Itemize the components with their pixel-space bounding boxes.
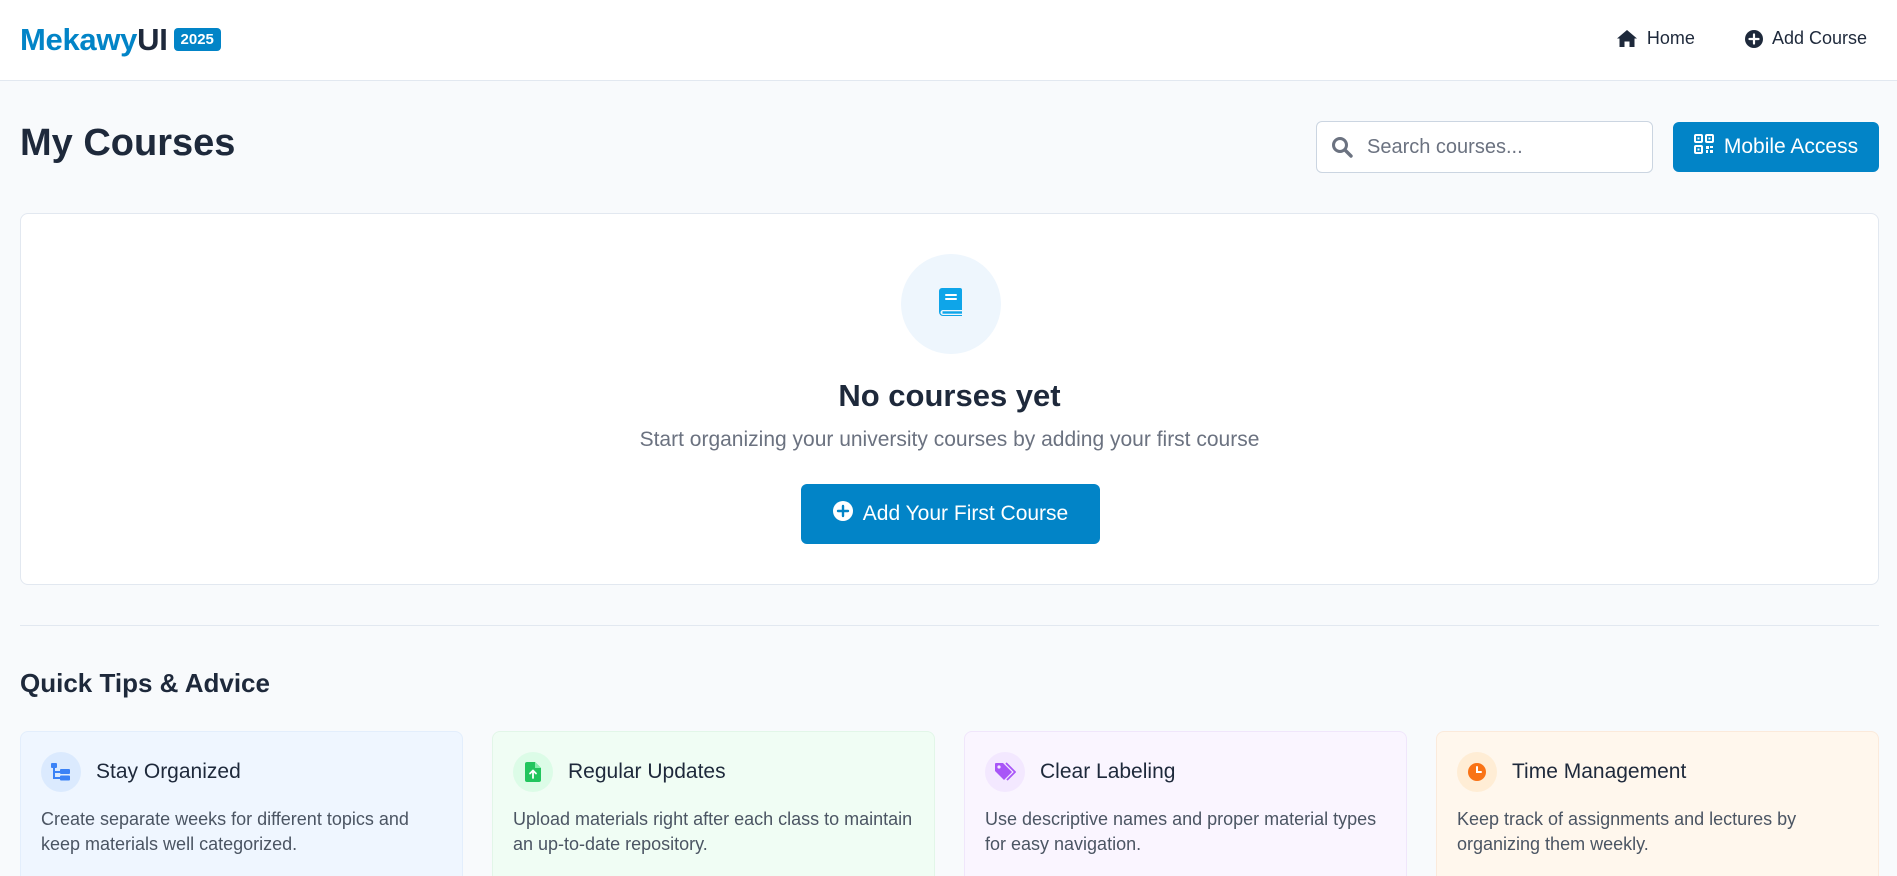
- empty-state-card: No courses yet Start organizing your uni…: [20, 213, 1879, 585]
- add-first-course-button[interactable]: Add Your First Course: [801, 484, 1100, 544]
- tip-card-stay-organized: Stay Organized Create separate weeks for…: [20, 731, 463, 876]
- section-divider: [20, 625, 1879, 626]
- brand-name: MekawyUI: [20, 22, 168, 58]
- qr-code-icon: [1693, 134, 1714, 160]
- page-title: My Courses: [20, 122, 236, 164]
- file-upload-icon: [513, 752, 553, 792]
- search-input[interactable]: [1317, 122, 1652, 172]
- search-icon: [1331, 136, 1353, 163]
- home-icon: [1616, 29, 1638, 48]
- search-box[interactable]: [1316, 121, 1653, 173]
- tip-title: Stay Organized: [96, 760, 241, 783]
- tip-text: Create separate weeks for different topi…: [41, 809, 409, 854]
- mobile-access-label: Mobile Access: [1723, 135, 1859, 158]
- brand-year-badge: 2025: [173, 27, 221, 51]
- tip-text: Use descriptive names and proper materia…: [985, 809, 1377, 854]
- empty-state-icon-circle: [901, 254, 1001, 354]
- tip-title: Regular Updates: [568, 760, 726, 783]
- clock-icon: [1457, 752, 1497, 792]
- tip-title: Clear Labeling: [1040, 760, 1176, 783]
- nav-add-course-link[interactable]: Add Course: [1744, 28, 1867, 49]
- brand-logo[interactable]: MekawyUI 2025: [20, 22, 221, 58]
- book-icon: [938, 287, 964, 322]
- plus-circle-icon: [832, 501, 853, 527]
- tip-card-regular-updates: Regular Updates Upload materials right a…: [492, 731, 935, 876]
- empty-state-subtitle: Start organizing your university courses…: [639, 428, 1260, 451]
- tip-title: Time Management: [1512, 760, 1687, 783]
- top-navbar: MekawyUI 2025 Home Add Course: [0, 0, 1897, 81]
- folder-tree-icon: [41, 752, 81, 792]
- tags-icon: [985, 752, 1025, 792]
- tip-text: Upload materials right after each class …: [513, 809, 913, 854]
- tip-card-clear-labeling: Clear Labeling Use descriptive names and…: [964, 731, 1407, 876]
- nav-add-course-label: Add Course: [1771, 28, 1867, 48]
- nav-home-label: Home: [1646, 28, 1695, 48]
- add-first-course-label: Add Your First Course: [862, 502, 1069, 525]
- empty-state-title: No courses yet: [838, 378, 1061, 413]
- tip-text: Keep track of assignments and lectures b…: [1457, 809, 1797, 854]
- nav-home-link[interactable]: Home: [1616, 28, 1695, 49]
- tips-section-title: Quick Tips & Advice: [20, 668, 270, 698]
- tip-card-time-management: Time Management Keep track of assignment…: [1436, 731, 1879, 876]
- brand-name-suffix: UI: [137, 22, 168, 57]
- main-nav: Home Add Course: [1616, 28, 1867, 49]
- mobile-access-button[interactable]: Mobile Access: [1673, 122, 1879, 172]
- brand-name-main: Mekawy: [20, 22, 138, 57]
- plus-circle-icon: [1744, 29, 1763, 48]
